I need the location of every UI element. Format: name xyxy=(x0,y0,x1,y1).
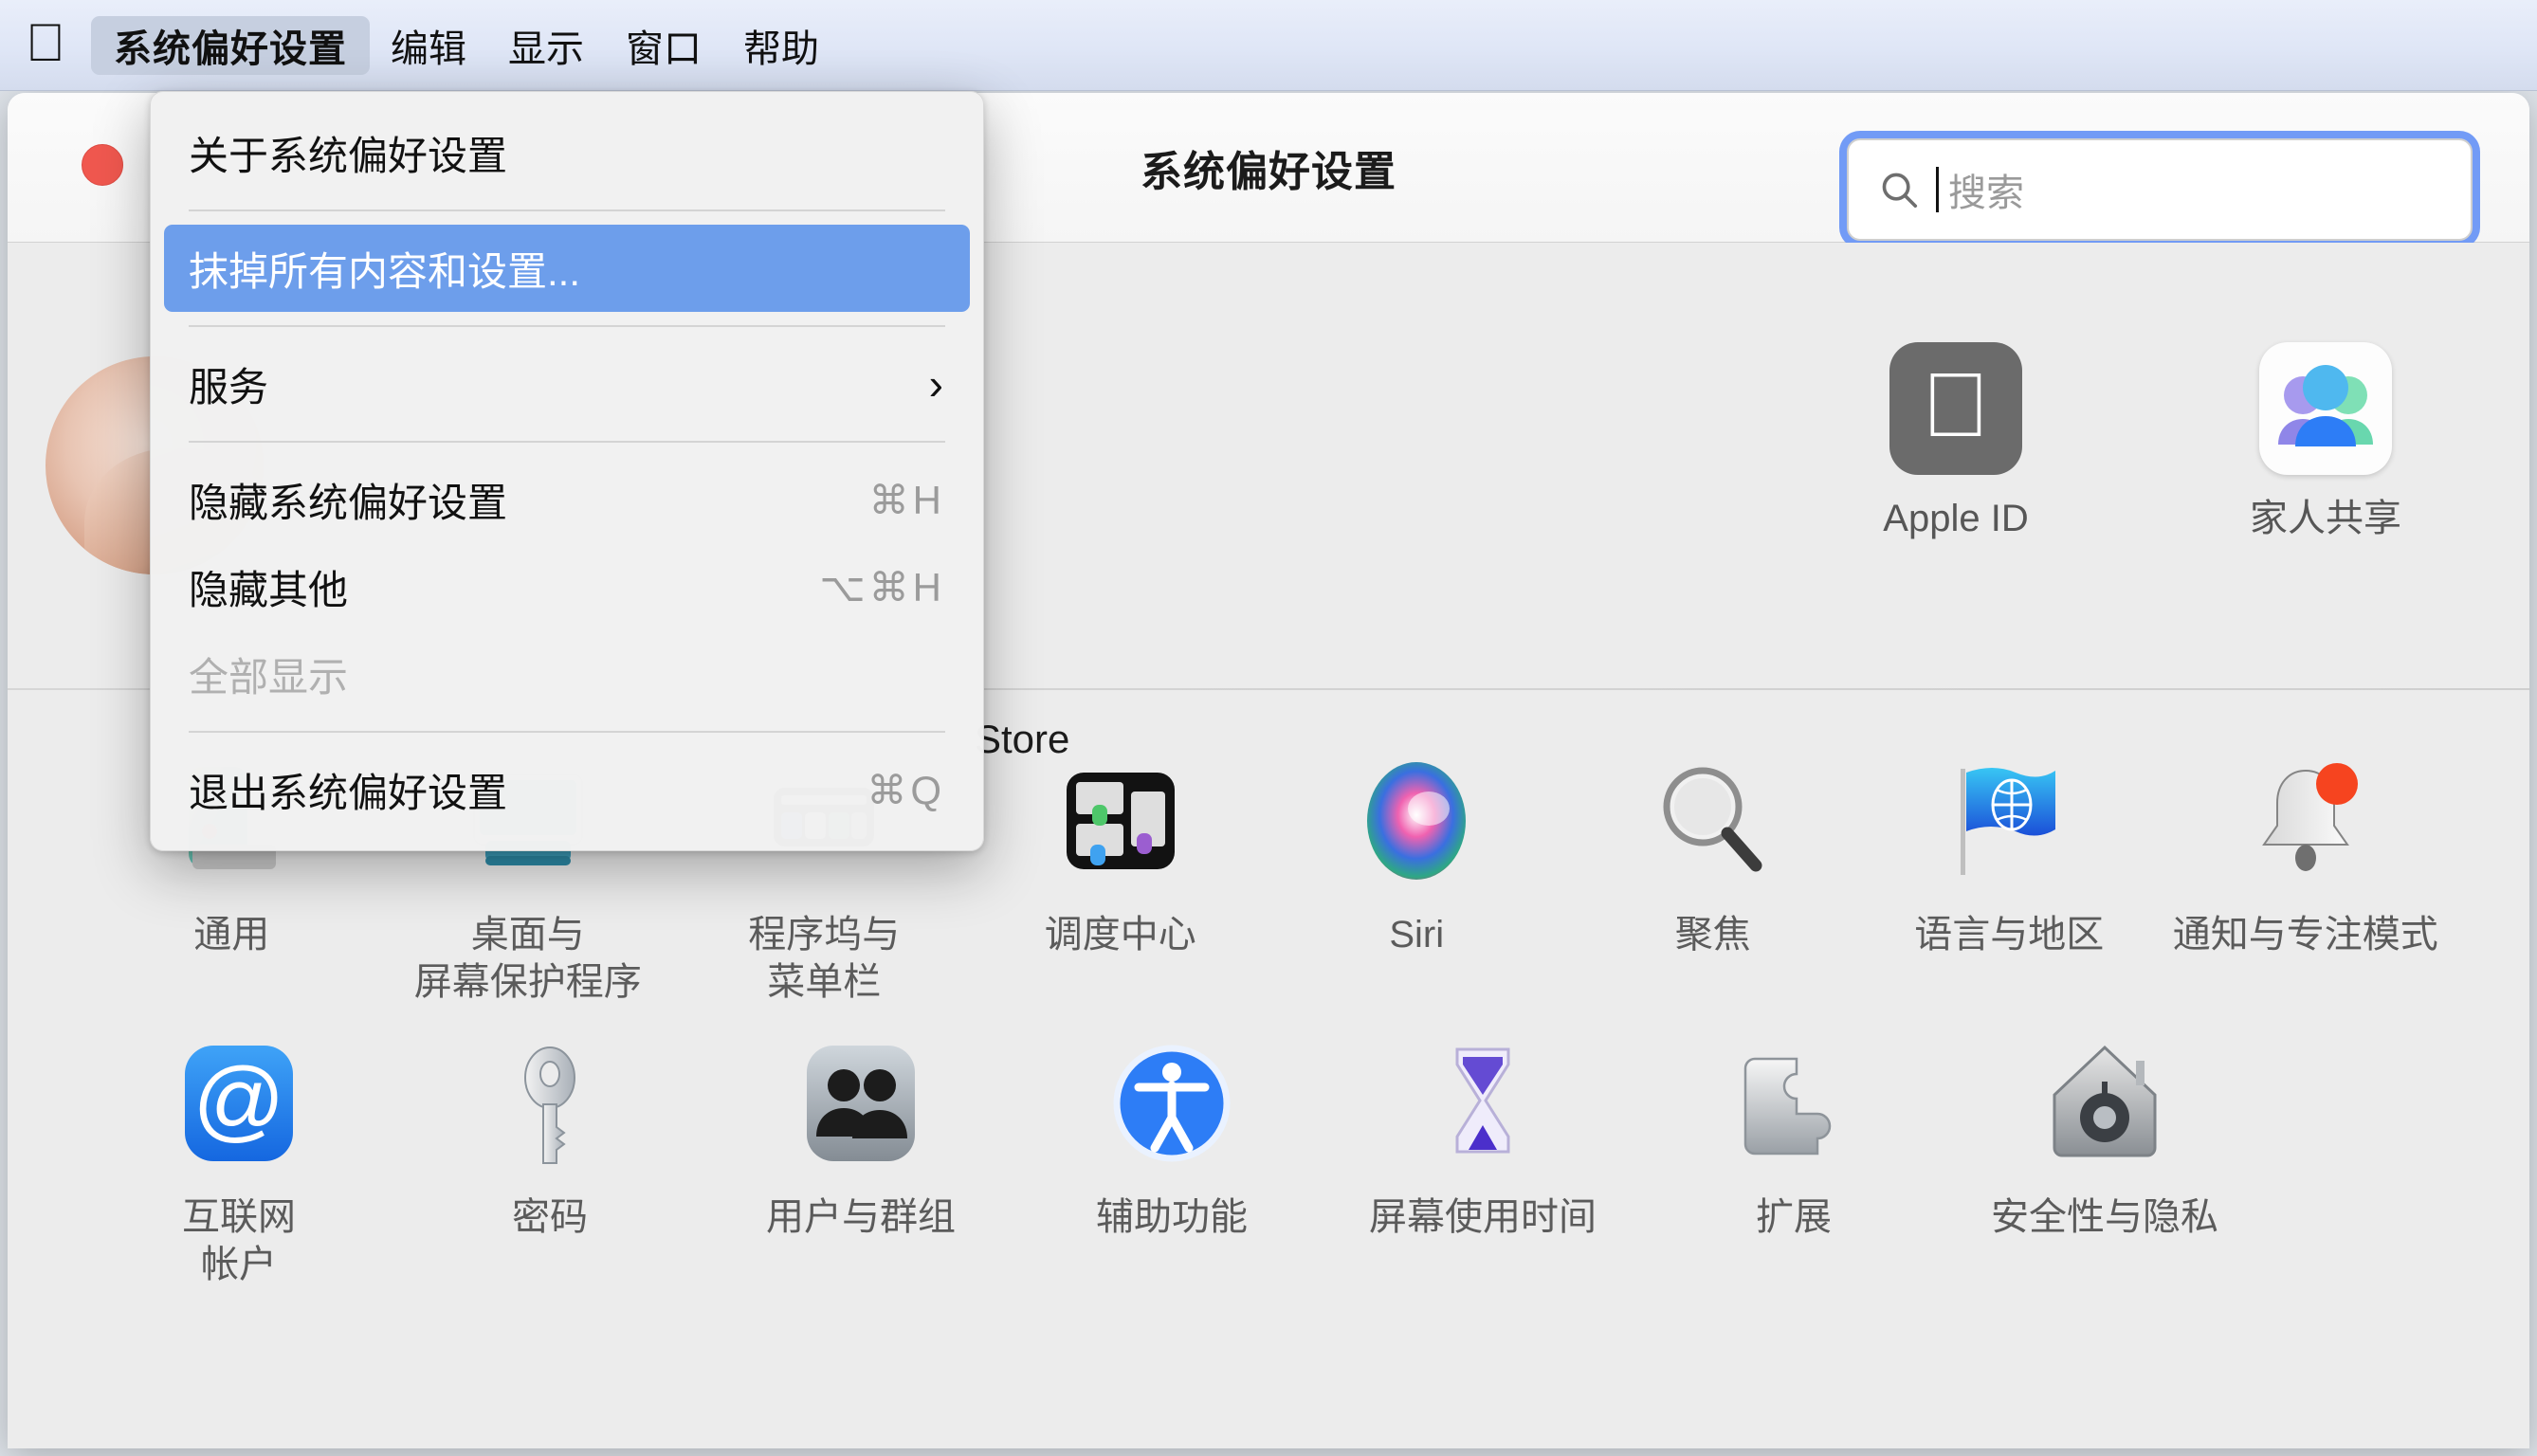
pref-internet-accounts[interactable]: @ 互联网 帐户 xyxy=(83,1032,394,1288)
menu-separator xyxy=(189,731,945,733)
account-tiles:  Apple ID xyxy=(1828,342,2454,542)
menu-item-quit-system-preferences[interactable]: 退出系统偏好设置 ⌘Q xyxy=(164,746,970,833)
search-placeholder: 搜索 xyxy=(1948,173,2024,214)
accessibility-icon xyxy=(1101,1032,1243,1174)
menu-window[interactable]: 窗口 xyxy=(605,16,722,75)
extensions-icon xyxy=(1723,1032,1865,1174)
pref-label: Siri xyxy=(1389,914,1445,956)
menu-item-shortcut: ⌥⌘H xyxy=(819,564,945,610)
menu-help[interactable]: 帮助 xyxy=(722,16,840,75)
pref-label: 聚焦 xyxy=(1674,914,1751,956)
pref-label: 扩展 xyxy=(1756,1196,1832,1238)
pref-label: 程序坞与 菜单栏 xyxy=(748,914,901,1003)
search-icon xyxy=(1877,168,1921,211)
pref-label: 安全性与隐私 xyxy=(1991,1196,2218,1238)
menu-item-label: 抹掉所有内容和设置... xyxy=(189,248,581,294)
siri-icon xyxy=(1345,750,1488,892)
menu-item-label: 服务 xyxy=(189,364,269,410)
pref-spotlight[interactable]: 聚焦 xyxy=(1565,750,1862,1006)
tile-apple-id[interactable]:  Apple ID xyxy=(1828,342,2084,542)
pref-passwords[interactable]: 密码 xyxy=(394,1032,705,1288)
internet-accounts-icon: @ xyxy=(168,1032,310,1174)
menu-item-shortcut: ⌘H xyxy=(868,477,945,522)
pref-label: 桌面与 屏幕保护程序 xyxy=(413,914,642,1003)
pref-label: 通用 xyxy=(193,914,270,956)
pref-label: 辅助功能 xyxy=(1096,1196,1248,1238)
menu-view[interactable]: 显示 xyxy=(487,16,605,75)
menu-separator xyxy=(189,209,945,211)
svg-text:@: @ xyxy=(192,1049,284,1151)
pref-label: 互联网 帐户 xyxy=(182,1196,296,1285)
app-menu-dropdown: 关于系统偏好设置 抹掉所有内容和设置... 服务 › 隐藏系统偏好设置 ⌘H 隐… xyxy=(150,91,984,851)
menu-item-about[interactable]: 关于系统偏好设置 xyxy=(164,109,970,196)
menu-app-system-preferences[interactable]: 系统偏好设置 xyxy=(91,15,370,75)
family-sharing-icon xyxy=(2259,342,2392,475)
pref-extensions[interactable]: 扩展 xyxy=(1638,1032,1949,1288)
tile-label: Apple ID xyxy=(1883,498,2029,539)
apple-menu-button[interactable]:  xyxy=(0,0,91,91)
users-groups-icon xyxy=(790,1032,932,1174)
pref-label: 屏幕使用时间 xyxy=(1369,1196,1597,1238)
pref-row-2: @ 互联网 帐户 密码 用户与群组 辅助功能 屏幕使用时间 扩展 安全性与隐私 xyxy=(83,1032,2454,1288)
menu-item-label: 关于系统偏好设置 xyxy=(189,133,508,178)
text-caret xyxy=(1936,167,1939,212)
menu-separator xyxy=(189,325,945,327)
apple-logo-icon:  xyxy=(26,15,65,69)
menu-item-hide-system-preferences[interactable]: 隐藏系统偏好设置 ⌘H xyxy=(164,456,970,543)
menu-item-label: 隐藏系统偏好设置 xyxy=(189,480,508,525)
menu-item-erase-all-content[interactable]: 抹掉所有内容和设置... xyxy=(164,225,970,312)
notifications-focus-icon xyxy=(2235,750,2377,892)
menu-bar:  系统偏好设置 编辑 显示 窗口 帮助 xyxy=(0,0,2537,91)
security-privacy-icon xyxy=(2034,1032,2176,1174)
search-field[interactable]: 搜索 xyxy=(1847,138,2473,241)
pref-label: 通知与专注模式 xyxy=(2172,914,2438,956)
menu-edit[interactable]: 编辑 xyxy=(370,16,487,75)
screen:  系统偏好设置 编辑 显示 窗口 帮助 系统偏好设置 搜索 Store xyxy=(0,0,2537,1456)
language-region-icon xyxy=(1938,750,2080,892)
menu-item-hide-others[interactable]: 隐藏其他 ⌥⌘H xyxy=(164,543,970,630)
pref-security-privacy[interactable]: 安全性与隐私 xyxy=(1949,1032,2260,1288)
tile-family-sharing[interactable]: 家人共享 xyxy=(2198,342,2454,542)
menu-item-shortcut: ⌘Q xyxy=(867,767,945,812)
pref-label: 调度中心 xyxy=(1044,914,1196,956)
screen-time-icon xyxy=(1412,1032,1554,1174)
pref-label: 用户与群组 xyxy=(766,1196,956,1238)
menu-separator xyxy=(189,441,945,443)
pref-label: 密码 xyxy=(512,1196,588,1238)
pref-users-groups[interactable]: 用户与群组 xyxy=(705,1032,1016,1288)
chevron-right-icon: › xyxy=(928,359,943,409)
menu-item-label: 全部显示 xyxy=(189,654,349,700)
menu-item-services[interactable]: 服务 › xyxy=(164,340,970,428)
passwords-icon xyxy=(479,1032,621,1174)
spotlight-icon xyxy=(1642,750,1784,892)
pref-accessibility[interactable]: 辅助功能 xyxy=(1016,1032,1327,1288)
tile-label: 家人共享 xyxy=(2250,498,2401,539)
pref-screen-time[interactable]: 屏幕使用时间 xyxy=(1327,1032,1638,1288)
pref-notifications-focus[interactable]: 通知与专注模式 xyxy=(2158,750,2455,1006)
pref-label: 语言与地区 xyxy=(1914,914,2105,956)
pref-siri[interactable]: Siri xyxy=(1268,750,1565,1006)
pref-language-region[interactable]: 语言与地区 xyxy=(1861,750,2158,1006)
mission-control-icon xyxy=(1049,750,1192,892)
menu-item-show-all: 全部显示 xyxy=(164,630,970,718)
menu-item-label: 退出系统偏好设置 xyxy=(189,770,508,815)
menu-item-label: 隐藏其他 xyxy=(189,567,349,612)
apple-id-icon:  xyxy=(1889,342,2022,475)
pref-mission-control[interactable]: 调度中心 xyxy=(973,750,1269,1006)
